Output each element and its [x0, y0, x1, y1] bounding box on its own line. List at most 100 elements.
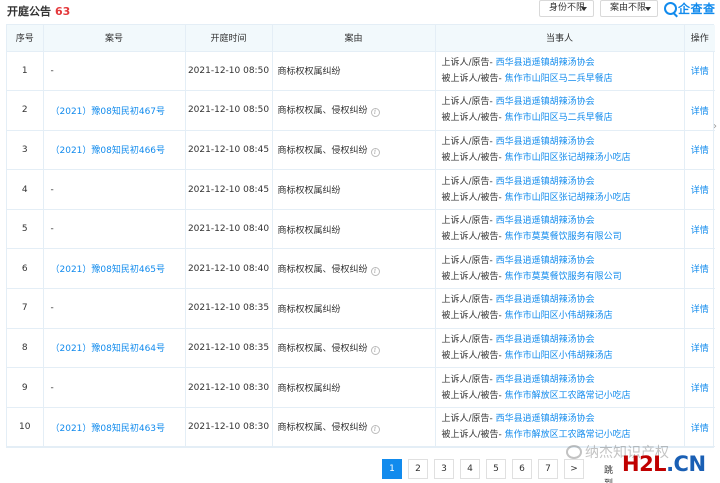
plaintiff-link[interactable]: 西华县逍遥镇胡辣汤协会 — [496, 97, 595, 107]
defendant-link[interactable]: 焦作市山阳区张记胡辣汤小吃店 — [505, 153, 631, 163]
case-number[interactable]: （2021）豫08知民初463号 — [43, 407, 186, 448]
row-number: 6 — [7, 248, 44, 290]
plaintiff-link[interactable]: 西华县逍遥镇胡辣汤协会 — [496, 216, 595, 226]
hearing-time: 2021-12-10 08:40 — [185, 248, 273, 290]
info-icon[interactable]: i — [370, 425, 380, 435]
case-cause: 商标权权属纠纷 — [272, 367, 436, 408]
page-button-6[interactable]: 6 — [512, 459, 532, 479]
case-number: - — [43, 51, 186, 92]
defendant-role: 被上诉人/被告- — [441, 271, 505, 282]
column-header-parties: 当事人 — [435, 25, 685, 52]
info-icon[interactable]: i — [370, 108, 380, 118]
defendant-role: 被上诉人/被告- — [441, 430, 505, 441]
page-button-5[interactable]: 5 — [486, 459, 506, 479]
defendant-link[interactable]: 焦作市山阳区小伟胡辣汤店 — [505, 351, 613, 361]
parties: 上诉人/原告- 西华县逍遥镇胡辣汤协会 被上诉人/被告- 焦作市山阳区小伟胡辣汤店 — [435, 288, 685, 329]
info-icon[interactable]: i — [370, 266, 380, 276]
detail-link[interactable]: 详情 — [684, 367, 715, 408]
defendant-link[interactable]: 焦作市山阳区小伟胡辣汤店 — [505, 311, 613, 321]
identity-filter-dropdown[interactable]: 身份不限 — [539, 0, 594, 17]
defendant-link[interactable]: 焦作市莫莫餐饮服务有限公司 — [505, 272, 622, 282]
defendant-role: 被上诉人/被告- — [441, 232, 505, 243]
case-cause-text: 商标权权属纠纷 — [277, 225, 341, 236]
case-number[interactable]: （2021）豫08知民初464号 — [43, 328, 186, 369]
magnifier-logo-icon — [664, 2, 677, 15]
row-number: 9 — [7, 367, 44, 408]
page-button-7[interactable]: 7 — [538, 459, 558, 479]
case-number[interactable]: （2021）豫08知民初465号 — [43, 248, 186, 290]
plaintiff-role: 上诉人/原告- — [441, 295, 496, 306]
plaintiff-link[interactable]: 西华县逍遥镇胡辣汤协会 — [496, 335, 595, 345]
page-button-4[interactable]: 4 — [460, 459, 480, 479]
hearing-time: 2021-12-10 08:35 — [185, 288, 273, 329]
page-title-text: 开庭公告 — [7, 5, 51, 18]
case-number[interactable]: （2021）豫08知民初467号 — [43, 90, 186, 131]
plaintiff-link[interactable]: 西华县逍遥镇胡辣汤协会 — [496, 375, 595, 385]
parties: 上诉人/原告- 西华县逍遥镇胡辣汤协会 被上诉人/被告- 焦作市山阳区小伟胡辣汤店 — [435, 328, 685, 369]
identity-filter-label: 身份不限 — [549, 3, 586, 13]
parties: 上诉人/原告- 西华县逍遥镇胡辣汤协会 被上诉人/被告- 焦作市山阳区张记胡辣汤小… — [435, 169, 685, 210]
case-number: - — [43, 169, 186, 210]
case-cause-text: 商标权权属、侵权纠纷 — [277, 423, 368, 434]
row-number: 7 — [7, 288, 44, 329]
defendant-link[interactable]: 焦作市山阳区马二兵早餐店 — [505, 113, 613, 123]
detail-link[interactable]: 详情 — [684, 288, 715, 329]
case-cause: 商标权权属、侵权纠纷 i — [272, 407, 436, 448]
hearing-time: 2021-12-10 08:50 — [185, 90, 273, 131]
plaintiff-role: 上诉人/原告- — [441, 334, 496, 345]
defendant-link[interactable]: 焦作市山阳区马二兵早餐店 — [505, 74, 613, 84]
defendant-link[interactable]: 焦作市莫莫餐饮服务有限公司 — [505, 232, 622, 242]
cause-filter-dropdown[interactable]: 案由不限 — [600, 0, 658, 17]
hearing-time: 2021-12-10 08:40 — [185, 209, 273, 250]
plaintiff-role: 上诉人/原告- — [441, 57, 496, 68]
table-row: 9-2021-12-10 08:30 商标权权属纠纷 上诉人/原告- 西华县逍遥镇胡… — [7, 367, 715, 408]
case-cause: 商标权权属纠纷 — [272, 51, 436, 92]
plaintiff-link[interactable]: 西华县逍遥镇胡辣汤协会 — [496, 256, 595, 266]
defendant-link[interactable]: 焦作市山阳区张记胡辣汤小吃店 — [505, 193, 631, 203]
detail-link[interactable]: 详情 — [684, 328, 715, 369]
detail-link[interactable]: 详情 — [684, 51, 715, 92]
next-page-button[interactable]: > — [564, 459, 584, 479]
parties: 上诉人/原告- 西华县逍遥镇胡辣汤协会 被上诉人/被告- 焦作市山阳区张记胡辣汤小… — [435, 130, 685, 171]
row-number: 1 — [7, 51, 44, 92]
plaintiff-role: 上诉人/原告- — [441, 97, 496, 108]
info-icon[interactable]: i — [370, 147, 380, 157]
page-button-2[interactable]: 2 — [408, 459, 428, 479]
plaintiff-link[interactable]: 西华县逍遥镇胡辣汤协会 — [496, 295, 595, 305]
chevron-right-icon[interactable]: › — [713, 121, 717, 132]
defendant-link[interactable]: 焦作市解放区工农路常记小吃店 — [505, 391, 631, 401]
case-cause-text: 商标权权属纠纷 — [277, 67, 341, 78]
plaintiff-link[interactable]: 西华县逍遥镇胡辣汤协会 — [496, 58, 595, 68]
table-row: 6 （2021）豫08知民初465号 2021-12-10 08:40 商标权权属、侵… — [7, 248, 715, 290]
jump-to-label: 跳到 — [604, 466, 614, 483]
plaintiff-role: 上诉人/原告- — [441, 255, 496, 266]
hearing-time: 2021-12-10 08:45 — [185, 169, 273, 210]
detail-link[interactable]: 详情 — [684, 130, 715, 171]
detail-link[interactable]: 详情 — [684, 90, 715, 131]
table-row: 2 （2021）豫08知民初467号 2021-12-10 08:50 商标权权属、侵… — [7, 90, 715, 131]
case-cause: 商标权权属纠纷 — [272, 209, 436, 250]
table-row: 7-2021-12-10 08:35 商标权权属纠纷 上诉人/原告- 西华县逍遥镇胡… — [7, 288, 715, 329]
plaintiff-link[interactable]: 西华县逍遥镇胡辣汤协会 — [496, 177, 595, 187]
column-header-action: 操作 — [684, 25, 715, 52]
plaintiff-role: 上诉人/原告- — [441, 414, 496, 425]
hearing-time: 2021-12-10 08:45 — [185, 130, 273, 171]
h2l-brand-b: .CN — [666, 452, 706, 476]
info-icon[interactable]: i — [370, 345, 380, 355]
detail-link[interactable]: 详情 — [684, 169, 715, 210]
detail-link[interactable]: 详情 — [684, 209, 715, 250]
page-button-1[interactable]: 1 — [382, 459, 402, 479]
defendant-link[interactable]: 焦作市解放区工农路常记小吃店 — [505, 430, 631, 440]
hearing-time: 2021-12-10 08:30 — [185, 407, 273, 448]
plaintiff-role: 上诉人/原告- — [441, 136, 496, 147]
detail-link[interactable]: 详情 — [684, 407, 715, 448]
plaintiff-link[interactable]: 西华县逍遥镇胡辣汤协会 — [496, 414, 595, 424]
row-number: 5 — [7, 209, 44, 250]
case-number[interactable]: （2021）豫08知民初466号 — [43, 130, 186, 171]
parties: 上诉人/原告- 西华县逍遥镇胡辣汤协会 被上诉人/被告- 焦作市山阳区马二兵早餐店 — [435, 51, 685, 92]
page-button-3[interactable]: 3 — [434, 459, 454, 479]
logo-text: 企查查 — [678, 2, 716, 16]
plaintiff-link[interactable]: 西华县逍遥镇胡辣汤协会 — [496, 137, 595, 147]
case-number: - — [43, 288, 186, 329]
detail-link[interactable]: 详情 — [684, 248, 715, 290]
